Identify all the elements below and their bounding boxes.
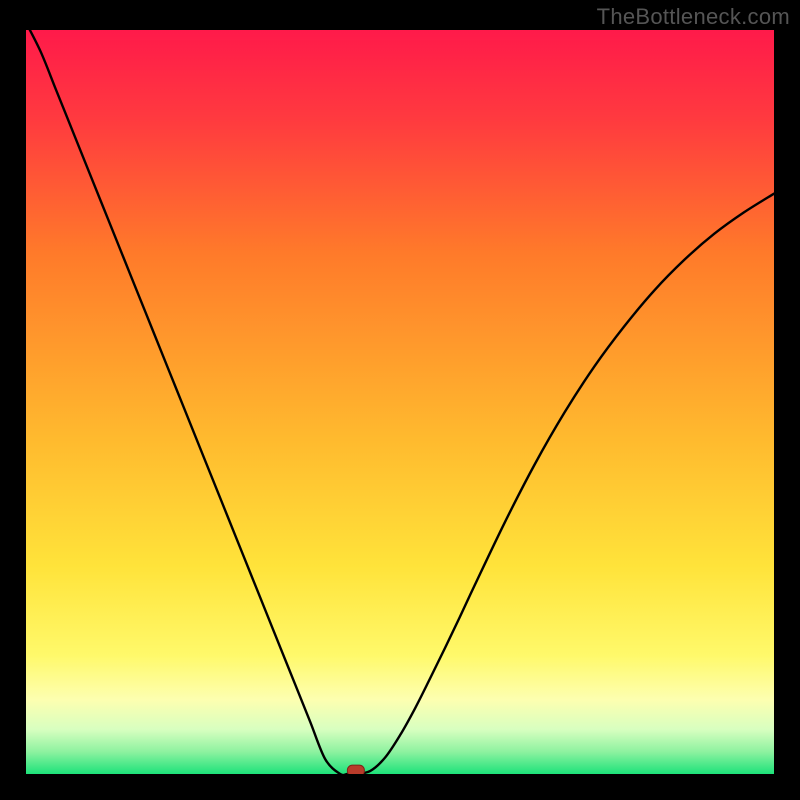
plot-area — [26, 30, 774, 774]
chart-svg — [26, 30, 774, 774]
watermark-text: TheBottleneck.com — [597, 4, 790, 30]
chart-frame: TheBottleneck.com — [0, 0, 800, 800]
curve-marker — [347, 765, 364, 774]
gradient-background — [26, 30, 774, 774]
